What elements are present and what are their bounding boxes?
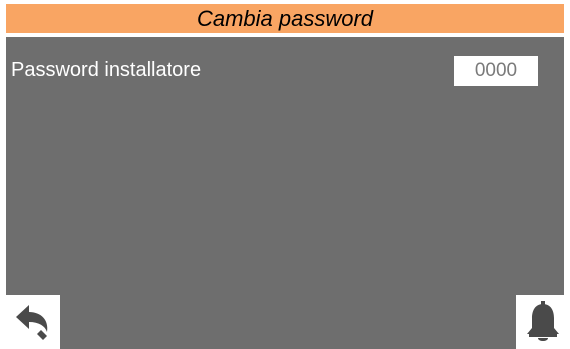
screen: Cambia password Password installatore 00… (0, 0, 570, 349)
installer-password-field[interactable]: 0000 (454, 56, 538, 86)
installer-password-label: Password installatore (11, 59, 202, 81)
back-button[interactable] (6, 295, 60, 349)
back-arrow-icon (16, 305, 48, 340)
alarm-button[interactable] (516, 295, 570, 349)
page-title: Cambia password (196, 6, 374, 31)
title-bar: Cambia password (6, 4, 564, 33)
bell-icon (527, 301, 559, 341)
settings-panel: Password installatore 0000 (6, 37, 564, 349)
